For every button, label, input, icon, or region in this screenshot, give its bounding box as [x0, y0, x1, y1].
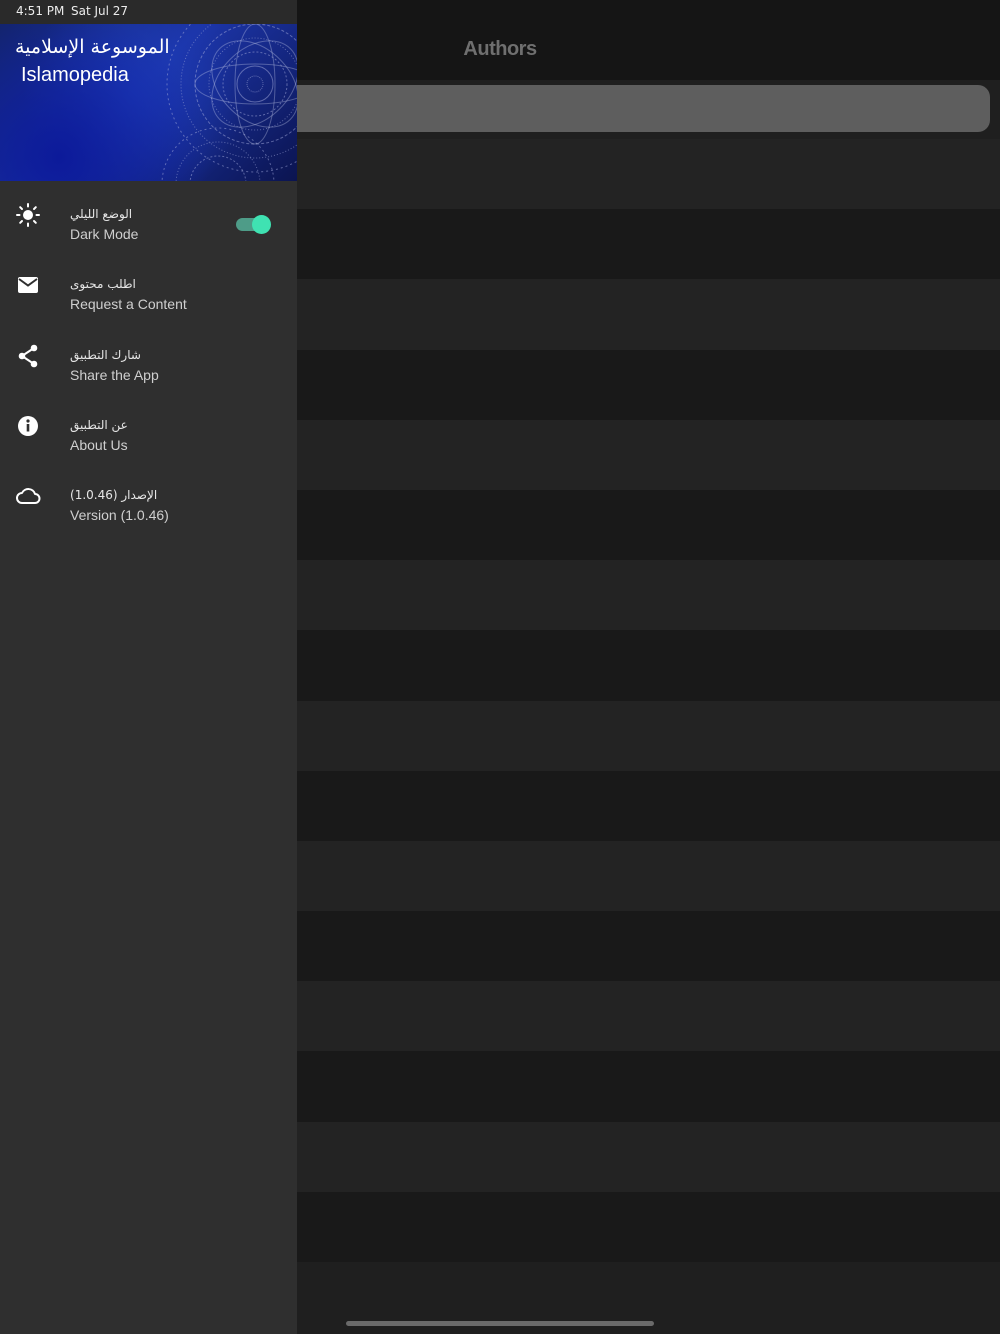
menu-item-label: Share the App	[70, 366, 159, 383]
menu-item-label: Version (1.0.46)	[70, 507, 169, 524]
toggle-knob	[252, 215, 271, 234]
menu-item-dark-mode[interactable]: الوضع الليلي Dark Mode	[0, 181, 297, 251]
menu-item-label-arabic: عن التطبيق	[70, 417, 128, 432]
app-title: Islamopedia	[21, 64, 129, 86]
menu-item-label: Dark Mode	[70, 226, 139, 242]
drawer-menu: الوضع الليلي Dark Mode اطلب محتوى Reques…	[0, 181, 297, 532]
menu-item-label: Request a Content	[70, 296, 187, 313]
share-icon	[18, 344, 38, 367]
drawer-header: الموسوعة الإسلامية Islamopedia	[0, 24, 297, 181]
info-icon	[18, 415, 38, 436]
menu-item-label: About Us	[70, 436, 128, 453]
menu-item-version[interactable]: الإصدار (1.0.46) Version (1.0.46)	[0, 462, 297, 532]
status-date: Sat Jul 27	[71, 4, 129, 18]
menu-item-share-app[interactable]: شارك التطبيق Share the App	[0, 322, 297, 392]
menu-item-request-content[interactable]: اطلب محتوى Request a Content	[0, 251, 297, 321]
search-input[interactable]	[260, 85, 990, 132]
menu-item-label-arabic: شارك التطبيق	[70, 347, 141, 362]
cloud-icon	[16, 488, 41, 505]
menu-item-label-arabic: الوضع الليلي	[70, 207, 133, 221]
dark-mode-toggle[interactable]	[235, 215, 271, 234]
menu-item-label-arabic: اطلب محتوى	[70, 277, 136, 292]
menu-item-about-us[interactable]: عن التطبيق About Us	[0, 392, 297, 462]
app-title-arabic: الموسوعة الإسلامية	[15, 36, 170, 58]
sun-icon	[16, 203, 40, 227]
menu-item-label-arabic: الإصدار (1.0.46)	[70, 488, 158, 503]
side-drawer: 4:51 PM Sat Jul 27 الموسوعة الإسلامية Is…	[0, 0, 297, 1334]
envelope-icon	[18, 277, 38, 294]
status-time: 4:51 PM	[16, 4, 65, 18]
status-bar: 4:51 PM Sat Jul 27	[0, 0, 297, 24]
home-indicator[interactable]	[346, 1321, 654, 1326]
